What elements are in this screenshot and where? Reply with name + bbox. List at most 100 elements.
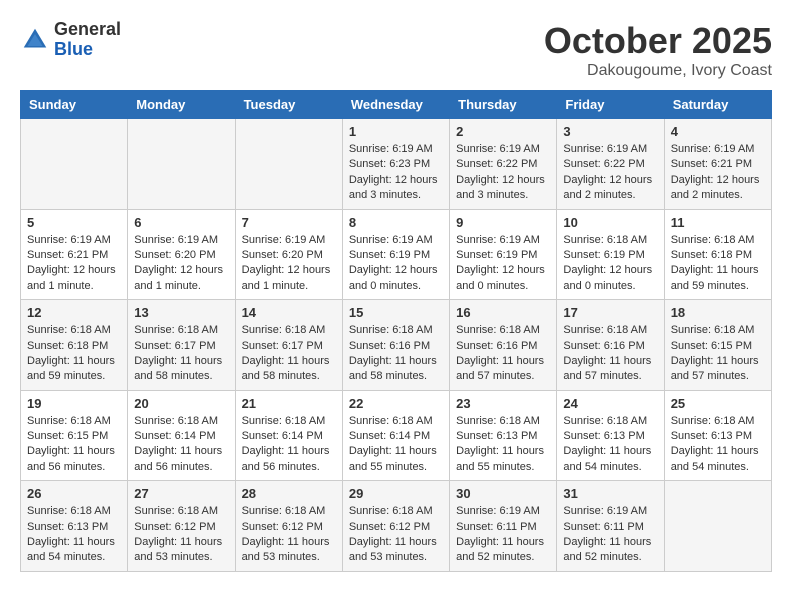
day-info: Sunrise: 6:19 AM Sunset: 6:20 PM Dayligh… xyxy=(242,233,336,295)
day-number: 24 xyxy=(563,396,657,411)
day-number: 22 xyxy=(349,396,443,411)
day-info: Sunrise: 6:18 AM Sunset: 6:12 PM Dayligh… xyxy=(134,504,228,566)
day-number: 4 xyxy=(671,124,765,139)
calendar-day-cell: 8 Sunrise: 6:19 AM Sunset: 6:19 PM Daylig… xyxy=(342,209,449,300)
day-info: Sunrise: 6:19 AM Sunset: 6:11 PM Dayligh… xyxy=(563,504,657,566)
day-info: Sunrise: 6:18 AM Sunset: 6:13 PM Dayligh… xyxy=(563,414,657,476)
calendar-day-cell: 28 Sunrise: 6:18 AM Sunset: 6:12 PM Dayli… xyxy=(235,481,342,572)
calendar-day-cell: 19 Sunrise: 6:18 AM Sunset: 6:15 PM Dayli… xyxy=(21,390,128,481)
day-number: 14 xyxy=(242,305,336,320)
calendar-day-cell: 16 Sunrise: 6:18 AM Sunset: 6:16 PM Dayli… xyxy=(450,300,557,391)
day-number: 21 xyxy=(242,396,336,411)
calendar-day-cell: 26Sunrise: 6:18 AM Sunset: 6:13 PM Dayli… xyxy=(21,481,128,572)
day-info: Sunrise: 6:18 AM Sunset: 6:15 PM Dayligh… xyxy=(671,323,765,385)
day-info: Sunrise: 6:18 AM Sunset: 6:13 PM Dayligh… xyxy=(671,414,765,476)
day-number: 10 xyxy=(563,215,657,230)
weekday-header-cell: Monday xyxy=(128,91,235,119)
day-info: Sunrise: 6:18 AM Sunset: 6:16 PM Dayligh… xyxy=(456,323,550,385)
calendar-day-cell: 27 Sunrise: 6:18 AM Sunset: 6:12 PM Dayli… xyxy=(128,481,235,572)
day-info: Sunrise: 6:18 AM Sunset: 6:13 PM Dayligh… xyxy=(456,414,550,476)
calendar-day-cell xyxy=(128,119,235,210)
calendar-day-cell: 25 Sunrise: 6:18 AM Sunset: 6:13 PM Dayli… xyxy=(664,390,771,481)
calendar-day-cell: 6Sunrise: 6:19 AM Sunset: 6:20 PM Daylig… xyxy=(128,209,235,300)
calendar-week-row: 5 Sunrise: 6:19 AM Sunset: 6:21 PM Daylig… xyxy=(21,209,772,300)
calendar-day-cell: 2 Sunrise: 6:19 AM Sunset: 6:22 PM Daylig… xyxy=(450,119,557,210)
day-info: Sunrise: 6:18 AM Sunset: 6:16 PM Dayligh… xyxy=(563,323,657,385)
calendar-day-cell: 15 Sunrise: 6:18 AM Sunset: 6:16 PM Dayli… xyxy=(342,300,449,391)
day-number: 31 xyxy=(563,486,657,501)
day-number: 1 xyxy=(349,124,443,139)
day-info: Sunrise: 6:18 AM Sunset: 6:16 PM Dayligh… xyxy=(349,323,443,385)
calendar-body: 1 Sunrise: 6:19 AM Sunset: 6:23 PM Daylig… xyxy=(21,119,772,572)
day-number: 23 xyxy=(456,396,550,411)
calendar-day-cell: 12Sunrise: 6:18 AM Sunset: 6:18 PM Dayli… xyxy=(21,300,128,391)
weekday-header-cell: Sunday xyxy=(21,91,128,119)
calendar-day-cell: 29Sunrise: 6:18 AM Sunset: 6:12 PM Dayli… xyxy=(342,481,449,572)
logo-icon xyxy=(20,25,50,55)
day-info: Sunrise: 6:18 AM Sunset: 6:18 PM Dayligh… xyxy=(27,323,121,385)
day-info: Sunrise: 6:19 AM Sunset: 6:19 PM Dayligh… xyxy=(456,233,550,295)
day-number: 27 xyxy=(134,486,228,501)
location-title: Dakougoume, Ivory Coast xyxy=(544,62,772,80)
day-info: Sunrise: 6:18 AM Sunset: 6:14 PM Dayligh… xyxy=(134,414,228,476)
day-number: 18 xyxy=(671,305,765,320)
day-info: Sunrise: 6:19 AM Sunset: 6:22 PM Dayligh… xyxy=(456,142,550,204)
day-info: Sunrise: 6:18 AM Sunset: 6:15 PM Dayligh… xyxy=(27,414,121,476)
day-info: Sunrise: 6:18 AM Sunset: 6:12 PM Dayligh… xyxy=(242,504,336,566)
day-info: Sunrise: 6:18 AM Sunset: 6:17 PM Dayligh… xyxy=(134,323,228,385)
day-info: Sunrise: 6:19 AM Sunset: 6:21 PM Dayligh… xyxy=(671,142,765,204)
day-number: 17 xyxy=(563,305,657,320)
logo-blue-text: Blue xyxy=(54,40,121,60)
day-number: 5 xyxy=(27,215,121,230)
day-number: 28 xyxy=(242,486,336,501)
day-number: 11 xyxy=(671,215,765,230)
day-info: Sunrise: 6:18 AM Sunset: 6:18 PM Dayligh… xyxy=(671,233,765,295)
calendar-day-cell: 17 Sunrise: 6:18 AM Sunset: 6:16 PM Dayli… xyxy=(557,300,664,391)
calendar-day-cell: 18 Sunrise: 6:18 AM Sunset: 6:15 PM Dayli… xyxy=(664,300,771,391)
day-number: 2 xyxy=(456,124,550,139)
weekday-header-cell: Friday xyxy=(557,91,664,119)
weekday-header-cell: Saturday xyxy=(664,91,771,119)
weekday-header-cell: Tuesday xyxy=(235,91,342,119)
day-number: 13 xyxy=(134,305,228,320)
logo-general-text: General xyxy=(54,20,121,40)
day-number: 19 xyxy=(27,396,121,411)
day-number: 8 xyxy=(349,215,443,230)
calendar-day-cell: 9 Sunrise: 6:19 AM Sunset: 6:19 PM Daylig… xyxy=(450,209,557,300)
day-info: Sunrise: 6:19 AM Sunset: 6:23 PM Dayligh… xyxy=(349,142,443,204)
calendar-day-cell: 10 Sunrise: 6:18 AM Sunset: 6:19 PM Dayli… xyxy=(557,209,664,300)
day-info: Sunrise: 6:19 AM Sunset: 6:19 PM Dayligh… xyxy=(349,233,443,295)
calendar-day-cell: 22 Sunrise: 6:18 AM Sunset: 6:14 PM Dayli… xyxy=(342,390,449,481)
calendar-week-row: 26Sunrise: 6:18 AM Sunset: 6:13 PM Dayli… xyxy=(21,481,772,572)
calendar-day-cell: 4 Sunrise: 6:19 AM Sunset: 6:21 PM Daylig… xyxy=(664,119,771,210)
logo: General Blue xyxy=(20,20,121,60)
calendar-day-cell xyxy=(235,119,342,210)
day-info: Sunrise: 6:18 AM Sunset: 6:14 PM Dayligh… xyxy=(349,414,443,476)
calendar-day-cell: 7 Sunrise: 6:19 AM Sunset: 6:20 PM Daylig… xyxy=(235,209,342,300)
day-number: 6 xyxy=(134,215,228,230)
day-number: 15 xyxy=(349,305,443,320)
day-number: 25 xyxy=(671,396,765,411)
calendar-day-cell: 14 Sunrise: 6:18 AM Sunset: 6:17 PM Dayli… xyxy=(235,300,342,391)
day-info: Sunrise: 6:18 AM Sunset: 6:19 PM Dayligh… xyxy=(563,233,657,295)
calendar-week-row: 12Sunrise: 6:18 AM Sunset: 6:18 PM Dayli… xyxy=(21,300,772,391)
day-number: 26 xyxy=(27,486,121,501)
weekday-header-cell: Thursday xyxy=(450,91,557,119)
day-number: 9 xyxy=(456,215,550,230)
day-number: 16 xyxy=(456,305,550,320)
calendar-day-cell: 20 Sunrise: 6:18 AM Sunset: 6:14 PM Dayli… xyxy=(128,390,235,481)
weekday-header-row: SundayMondayTuesdayWednesdayThursdayFrid… xyxy=(21,91,772,119)
title-area: October 2025 Dakougoume, Ivory Coast xyxy=(544,20,772,80)
day-number: 30 xyxy=(456,486,550,501)
calendar-day-cell: 30Sunrise: 6:19 AM Sunset: 6:11 PM Dayli… xyxy=(450,481,557,572)
day-info: Sunrise: 6:18 AM Sunset: 6:17 PM Dayligh… xyxy=(242,323,336,385)
day-info: Sunrise: 6:18 AM Sunset: 6:12 PM Dayligh… xyxy=(349,504,443,566)
calendar-day-cell: 21Sunrise: 6:18 AM Sunset: 6:14 PM Dayli… xyxy=(235,390,342,481)
day-number: 20 xyxy=(134,396,228,411)
calendar-day-cell: 24 Sunrise: 6:18 AM Sunset: 6:13 PM Dayli… xyxy=(557,390,664,481)
day-number: 7 xyxy=(242,215,336,230)
day-info: Sunrise: 6:19 AM Sunset: 6:21 PM Dayligh… xyxy=(27,233,121,295)
calendar-day-cell: 11 Sunrise: 6:18 AM Sunset: 6:18 PM Dayli… xyxy=(664,209,771,300)
calendar-day-cell xyxy=(21,119,128,210)
calendar-day-cell: 3Sunrise: 6:19 AM Sunset: 6:22 PM Daylig… xyxy=(557,119,664,210)
